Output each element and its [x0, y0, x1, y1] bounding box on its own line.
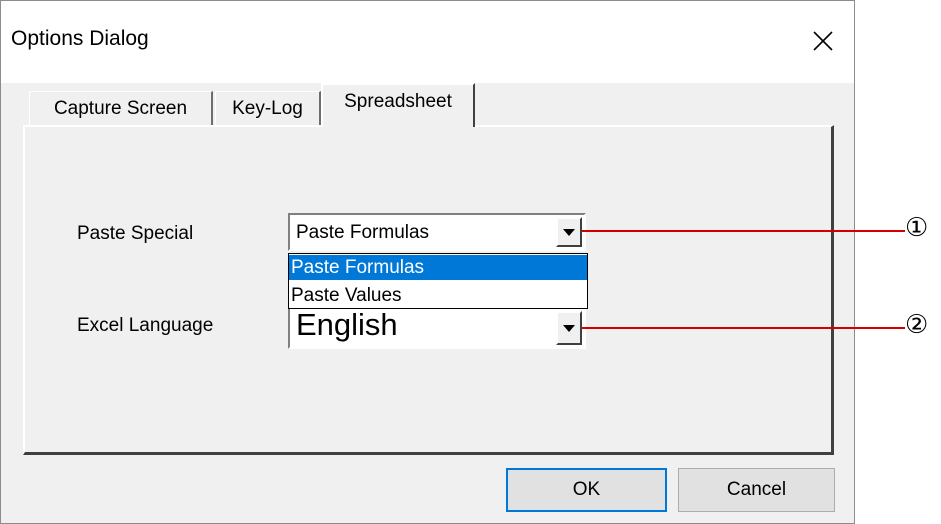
tab-spreadsheet[interactable]: Spreadsheet [321, 83, 475, 127]
tab-capture-screen[interactable]: Capture Screen [29, 91, 213, 126]
window-title: Options Dialog [11, 27, 149, 50]
callout-line-2 [582, 327, 905, 329]
cancel-button-label: Cancel [726, 479, 787, 500]
cancel-button[interactable]: Cancel [678, 468, 835, 512]
close-icon [813, 31, 833, 51]
dropdown-option-paste-values[interactable]: Paste Values [289, 283, 587, 308]
options-dialog: Options Dialog Capture Screen Key-Log Sp… [0, 0, 855, 524]
close-button[interactable] [801, 19, 845, 63]
tab-label: Key-Log [232, 98, 303, 119]
ok-button[interactable]: OK [506, 468, 667, 512]
excel-language-value: English [296, 307, 398, 342]
excel-language-dropdown-button[interactable] [556, 311, 582, 345]
tab-key-log[interactable]: Key-Log [215, 91, 321, 126]
title-bar: Options Dialog [1, 1, 854, 83]
paste-special-dropdown-button[interactable] [556, 217, 582, 247]
callout-line-1 [582, 230, 905, 232]
paste-special-dropdown-list: Paste Formulas Paste Values [288, 253, 588, 309]
paste-special-label: Paste Special [77, 223, 194, 244]
chevron-down-icon [563, 228, 575, 236]
paste-special-select[interactable]: Paste Formulas [288, 213, 586, 251]
excel-language-label: Excel Language [77, 315, 214, 336]
dropdown-option-paste-formulas[interactable]: Paste Formulas [289, 255, 587, 280]
callout-marker-2: ② [905, 310, 929, 340]
tab-label: Spreadsheet [344, 91, 452, 112]
ok-button-label: OK [572, 479, 601, 500]
callout-marker-1: ① [905, 213, 929, 243]
tab-label: Capture Screen [53, 98, 188, 119]
chevron-down-icon [563, 324, 575, 332]
excel-language-select[interactable]: English [288, 307, 586, 349]
paste-special-value: Paste Formulas [296, 222, 430, 243]
